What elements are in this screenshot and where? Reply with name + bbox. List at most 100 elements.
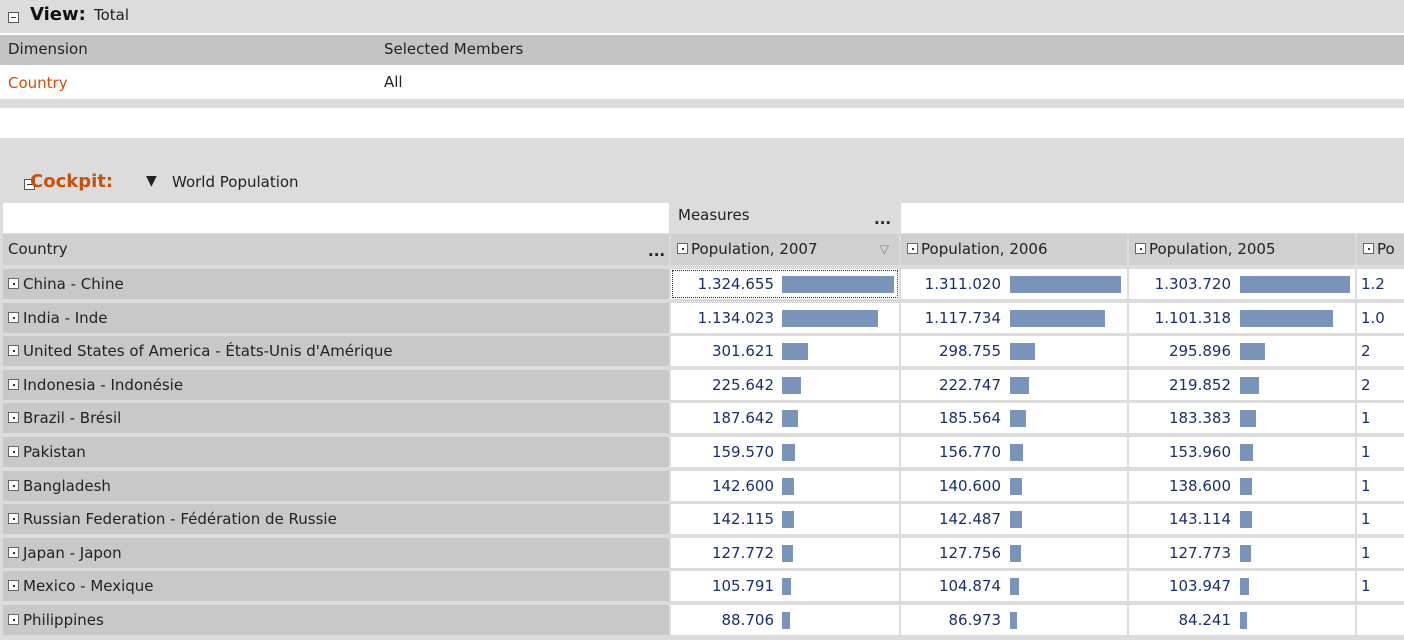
data-cell[interactable]: 1 — [1357, 403, 1404, 433]
data-cell[interactable]: 301.621 — [671, 336, 899, 366]
column-header[interactable]: Population, 2007 ▽ — [671, 234, 899, 265]
row-label[interactable]: Brazil - Brésil — [3, 403, 669, 433]
expand-icon[interactable] — [1135, 242, 1146, 254]
expand-icon[interactable] — [8, 344, 19, 356]
data-cell[interactable]: 2 — [1357, 336, 1404, 366]
data-cell[interactable]: 159.570 — [671, 437, 899, 467]
data-cell[interactable]: 298.755 — [901, 336, 1127, 366]
cell-value: 1.117.734 — [924, 309, 1001, 327]
view-title: View: — [30, 4, 86, 25]
row-label-text: Russian Federation - Fédération de Russi… — [23, 510, 337, 528]
data-cell[interactable]: 1.0 — [1357, 303, 1404, 333]
data-cell[interactable]: 1 — [1357, 471, 1404, 501]
row-label[interactable]: Russian Federation - Fédération de Russi… — [3, 504, 669, 534]
data-cell[interactable]: 127.772 — [671, 538, 899, 568]
column-header-label: Population, 2007 — [691, 240, 818, 258]
data-cell[interactable]: 103.947 — [1129, 571, 1355, 601]
cockpit-name[interactable]: World Population — [172, 173, 299, 191]
data-cell[interactable]: 127.756 — [901, 538, 1127, 568]
row-header-more-button[interactable]: ... — [648, 242, 665, 260]
data-cell[interactable]: 1.303.720 — [1129, 269, 1355, 299]
data-cell[interactable]: 2 — [1357, 370, 1404, 400]
data-cell[interactable]: 1.324.655 — [671, 269, 899, 299]
data-cell[interactable]: 142.600 — [671, 471, 899, 501]
sort-descending-icon[interactable]: ▽ — [880, 234, 889, 265]
data-cell[interactable]: 142.487 — [901, 504, 1127, 534]
data-cell[interactable]: 1.134.023 — [671, 303, 899, 333]
expand-icon[interactable] — [8, 411, 19, 423]
data-cell[interactable]: 140.600 — [901, 471, 1127, 501]
data-cell[interactable]: 1 — [1357, 571, 1404, 601]
expand-icon[interactable] — [8, 479, 19, 491]
data-cell[interactable]: 1.117.734 — [901, 303, 1127, 333]
row-label[interactable]: United States of America - États-Unis d'… — [3, 336, 669, 366]
column-header-label: Po — [1377, 240, 1395, 258]
data-cell[interactable] — [1357, 605, 1404, 635]
view-spacer-gray — [0, 99, 1404, 108]
view-collapse-icon[interactable] — [8, 12, 19, 23]
cockpit-dropdown-icon[interactable]: ▼ — [146, 173, 157, 189]
row-label[interactable]: Bangladesh — [3, 471, 669, 501]
cell-value: 2 — [1361, 376, 1371, 394]
data-cell[interactable]: 143.114 — [1129, 504, 1355, 534]
data-cell[interactable]: 153.960 — [1129, 437, 1355, 467]
cell-bar — [782, 377, 801, 394]
expand-icon[interactable] — [8, 546, 19, 558]
data-cell[interactable]: 84.241 — [1129, 605, 1355, 635]
data-cell[interactable]: 187.642 — [671, 403, 899, 433]
column-header[interactable]: Population, 2006 — [901, 234, 1127, 265]
row-label[interactable]: India - Inde — [3, 303, 669, 333]
expand-icon[interactable] — [8, 277, 19, 289]
data-cell[interactable]: 222.747 — [901, 370, 1127, 400]
data-cell[interactable]: 156.770 — [901, 437, 1127, 467]
data-cell[interactable]: 1.311.020 — [901, 269, 1127, 299]
expand-icon[interactable] — [8, 613, 19, 625]
data-cell[interactable]: 1 — [1357, 437, 1404, 467]
cockpit-title: Cockpit: — [30, 171, 114, 192]
row-label[interactable]: Indonesia - Indonésie — [3, 370, 669, 400]
measures-more-button[interactable]: ... — [874, 210, 891, 228]
data-cell[interactable]: 185.564 — [901, 403, 1127, 433]
row-label[interactable]: Pakistan — [3, 437, 669, 467]
expand-icon[interactable] — [8, 445, 19, 457]
cell-value: 1 — [1361, 409, 1371, 427]
data-cell[interactable]: 219.852 — [1129, 370, 1355, 400]
data-cell[interactable]: 142.115 — [671, 504, 899, 534]
expand-icon[interactable] — [907, 242, 918, 254]
expand-icon[interactable] — [1363, 242, 1374, 254]
column-header[interactable]: Population, 2005 — [1129, 234, 1355, 265]
data-cell[interactable]: 105.791 — [671, 571, 899, 601]
row-header-label: Country — [8, 240, 68, 258]
data-cell[interactable]: 88.706 — [671, 605, 899, 635]
cell-bar — [782, 545, 793, 562]
data-cell[interactable]: 104.874 — [901, 571, 1127, 601]
view-spacer-white — [0, 108, 1404, 138]
expand-icon[interactable] — [8, 378, 19, 390]
data-cell[interactable]: 1.101.318 — [1129, 303, 1355, 333]
expand-icon[interactable] — [8, 311, 19, 323]
cell-value: 1 — [1361, 577, 1371, 595]
view-dimension-link[interactable]: Country — [8, 74, 68, 92]
expand-icon[interactable] — [8, 579, 19, 591]
data-cell[interactable]: 86.973 — [901, 605, 1127, 635]
cell-value: 105.791 — [711, 577, 774, 595]
expand-icon[interactable] — [8, 512, 19, 524]
data-cell[interactable]: 1.2 — [1357, 269, 1404, 299]
row-label[interactable]: Japan - Japon — [3, 538, 669, 568]
data-cell[interactable]: 1 — [1357, 538, 1404, 568]
cell-value: 1.324.655 — [697, 275, 774, 293]
expand-icon[interactable] — [677, 242, 688, 254]
row-header-cell[interactable] — [3, 234, 669, 265]
column-header[interactable]: Po — [1357, 234, 1404, 265]
row-label[interactable]: Philippines — [3, 605, 669, 635]
data-cell[interactable]: 295.896 — [1129, 336, 1355, 366]
data-cell[interactable]: 1 — [1357, 504, 1404, 534]
data-cell[interactable]: 138.600 — [1129, 471, 1355, 501]
data-cell[interactable]: 127.773 — [1129, 538, 1355, 568]
row-label[interactable]: China - Chine — [3, 269, 669, 299]
data-cell[interactable]: 225.642 — [671, 370, 899, 400]
data-cell[interactable]: 183.383 — [1129, 403, 1355, 433]
row-label[interactable]: Mexico - Mexique — [3, 571, 669, 601]
cell-value: 103.947 — [1168, 577, 1231, 595]
column-header-label: Population, 2006 — [921, 240, 1048, 258]
